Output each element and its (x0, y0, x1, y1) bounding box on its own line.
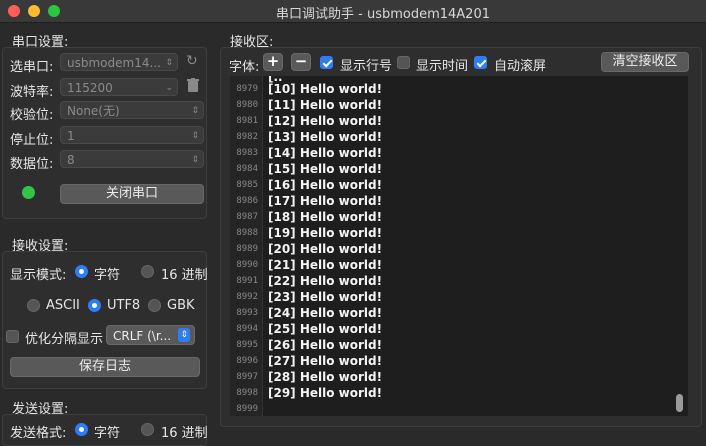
receive-line: [20] Hello world! (268, 242, 383, 256)
line-number: 8987 (236, 212, 258, 222)
line-number: 8998 (236, 388, 258, 398)
line-number: 8993 (236, 308, 258, 318)
line-number: 8988 (236, 228, 258, 238)
line-number: 8995 (236, 340, 258, 350)
display-mode-hex-radio[interactable] (141, 265, 154, 278)
send-mode-label: 发送格式: (10, 426, 67, 441)
show-line-numbers-label: 显示行号 (340, 59, 393, 74)
send-mode-hex-label: 16 进制 (161, 426, 208, 441)
encoding-ascii-radio[interactable] (27, 299, 40, 312)
refresh-icon[interactable]: ↻ (186, 53, 198, 69)
data-bits-value: 8 (67, 153, 75, 167)
display-mode-char-radio[interactable] (75, 265, 88, 278)
font-increase-button[interactable]: + (263, 53, 283, 71)
separator-select[interactable]: CRLF (\r... ⇕ (106, 325, 195, 345)
display-mode-char-label: 字符 (94, 268, 121, 283)
receive-line: [13] Hello world! (268, 130, 383, 144)
line-number: 8994 (236, 324, 258, 334)
line-number: 8986 (236, 196, 258, 206)
encoding-gbk-label: GBK (167, 298, 195, 313)
receive-text-area[interactable]: [.. 8979 [10] Hello world! 8980 [11] Hello … (230, 76, 688, 416)
parity-label: 校验位: (10, 108, 54, 123)
receive-line: [18] Hello world! (268, 210, 383, 224)
line-number: 8996 (236, 356, 258, 366)
line-number: 8983 (236, 148, 258, 158)
window-title: 串口调试助手 - usbmodem14A201 (276, 7, 490, 22)
stop-bits-label: 停止位: (10, 133, 54, 148)
separator-value: CRLF (\r... (113, 329, 172, 343)
line-number: 8992 (236, 292, 258, 302)
receive-line: [26] Hello world! (268, 338, 383, 352)
stop-bits-value: 1 (67, 129, 75, 143)
baud-select[interactable]: 115200 ⌄ (60, 78, 178, 96)
clear-receive-button[interactable]: 清空接收区 (601, 52, 689, 72)
font-label: 字体: (229, 60, 260, 75)
line-number: 8989 (236, 244, 258, 254)
receive-line: [12] Hello world! (268, 114, 383, 128)
receive-line: [21] Hello world! (268, 258, 383, 272)
save-log-button[interactable]: 保存日志 (10, 357, 200, 377)
receive-line: [23] Hello world! (268, 290, 383, 304)
receive-line: [22] Hello world! (268, 274, 383, 288)
line-number: 8990 (236, 260, 258, 270)
line-number: 8979 (236, 84, 258, 94)
port-select[interactable]: usbmodem14... ⇕ (60, 53, 178, 71)
connection-status-indicator (22, 186, 35, 199)
chevron-updown-icon: ⇕ (178, 328, 190, 342)
parity-select[interactable]: None(无) ⇕ (60, 101, 204, 119)
receive-line: [14] Hello world! (268, 146, 383, 160)
baud-label: 波特率: (10, 85, 54, 100)
receive-line: [27] Hello world! (268, 354, 383, 368)
receive-line: [25] Hello world! (268, 322, 383, 336)
encoding-utf8-radio[interactable] (88, 299, 101, 312)
line-number: 8999 (236, 404, 258, 414)
display-mode-label: 显示模式: (10, 268, 67, 283)
line-number: 8981 (236, 116, 258, 126)
parity-value: None(无) (67, 104, 120, 118)
chevron-updown-icon: ⇕ (191, 155, 199, 165)
close-port-button[interactable]: 关闭串口 (60, 184, 204, 204)
auto-scroll-label: 自动滚屏 (494, 59, 547, 74)
receive-line: [28] Hello world! (268, 370, 383, 384)
encoding-utf8-label: UTF8 (107, 298, 141, 313)
receive-line: [24] Hello world! (268, 306, 383, 320)
stop-bits-select[interactable]: 1 ⇕ (60, 126, 204, 144)
show-line-numbers-checkbox[interactable] (320, 56, 333, 69)
auto-scroll-checkbox[interactable] (474, 56, 487, 69)
receive-line: [29] Hello world! (268, 386, 383, 400)
display-mode-hex-label: 16 进制 (161, 268, 208, 283)
data-bits-label: 数据位: (10, 157, 54, 172)
port-value: usbmodem14... (67, 56, 161, 70)
show-time-label: 显示时间 (416, 59, 469, 74)
encoding-gbk-radio[interactable] (148, 299, 161, 312)
scrollbar-thumb[interactable] (676, 394, 683, 412)
receive-line: [10] Hello world! (268, 82, 383, 96)
receive-line: [17] Hello world! (268, 194, 383, 208)
font-decrease-button[interactable]: − (291, 53, 311, 71)
optimize-separator-checkbox[interactable] (6, 330, 19, 343)
receive-line: [15] Hello world! (268, 162, 383, 176)
chevron-updown-icon: ⇕ (191, 106, 199, 116)
optimize-separator-label: 优化分隔显示 (25, 332, 104, 347)
chevron-updown-icon: ⇕ (191, 131, 199, 141)
line-number: 8985 (236, 180, 258, 190)
show-time-checkbox[interactable] (397, 56, 410, 69)
receive-line: [19] Hello world! (268, 226, 383, 240)
receive-line: [16] Hello world! (268, 178, 383, 192)
trash-icon[interactable] (187, 78, 199, 93)
send-mode-char-label: 字符 (94, 426, 121, 441)
line-number: 8980 (236, 100, 258, 110)
line-number: 8991 (236, 276, 258, 286)
baud-value: 115200 (67, 81, 113, 95)
chevron-updown-icon: ⇕ (165, 58, 173, 68)
line-number: 8997 (236, 372, 258, 382)
port-label: 选串口: (10, 60, 54, 75)
line-number: 8984 (236, 164, 258, 174)
title-bar: 串口调试助手 - usbmodem14A201 (0, 0, 706, 23)
chevron-down-icon: ⌄ (165, 83, 173, 93)
data-bits-select[interactable]: 8 ⇕ (60, 150, 204, 168)
encoding-ascii-label: ASCII (46, 298, 80, 313)
receive-line: [11] Hello world! (268, 98, 383, 112)
line-number: 8982 (236, 132, 258, 142)
